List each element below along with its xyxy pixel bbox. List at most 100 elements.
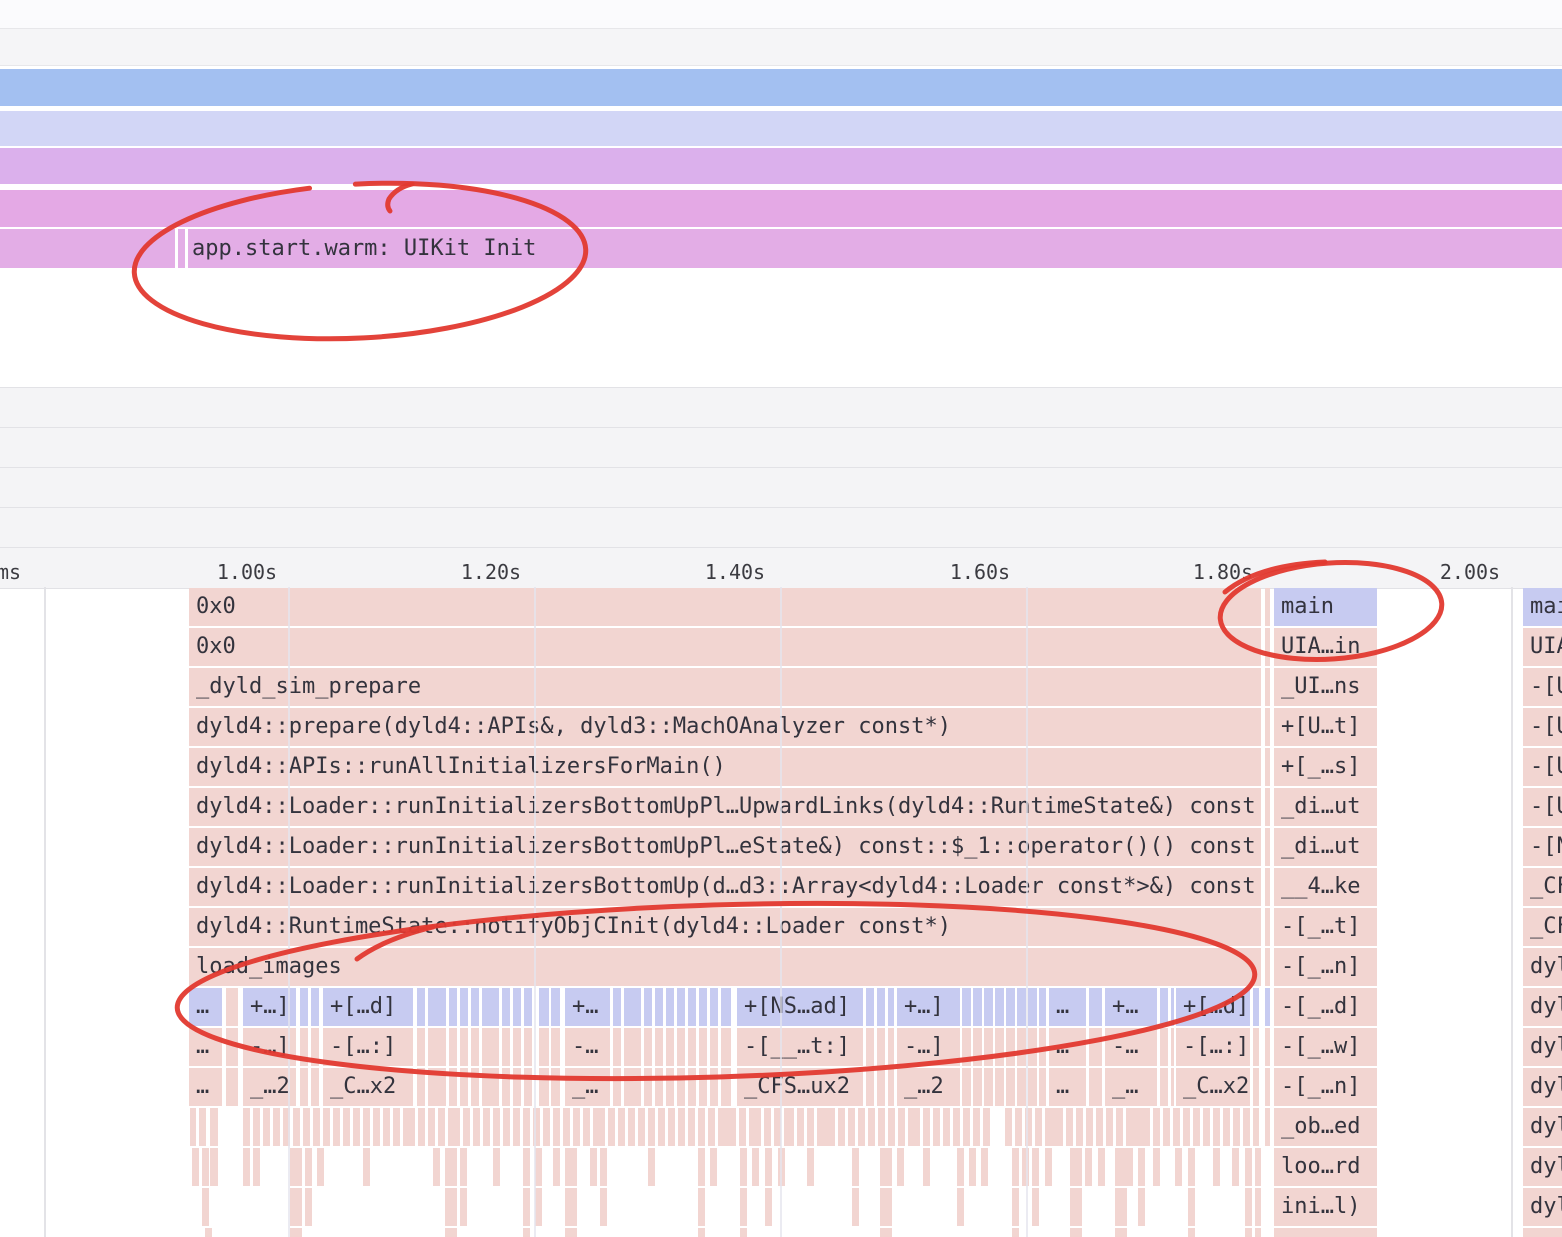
flame-frame-sub[interactable] [655,988,663,1026]
flame-frame-sub[interactable] [866,988,874,1026]
flame-frame-sub[interactable] [1160,1028,1168,1066]
flame-frame-deep[interactable] [565,1188,577,1226]
flame-frame-sub[interactable] [1160,1068,1168,1106]
flame-frame-deep[interactable] [868,1108,875,1146]
flame-frame-sub[interactable] [300,988,308,1026]
flame-frame-deep[interactable] [383,1108,390,1146]
flame-frame-deep[interactable] [305,1148,312,1186]
flame-frame-sub[interactable]: -…] [243,1028,296,1066]
flame-frame-sub[interactable] [524,1028,532,1066]
flame-frame-sub[interactable] [666,1028,674,1066]
flame-frame-sub[interactable]: -[__…t:] [737,1028,863,1066]
flame-frame-sub[interactable] [539,1068,549,1106]
flame-frame-sub[interactable] [524,988,532,1026]
flame-frame-deep[interactable] [448,1108,460,1146]
flame-frame-deep[interactable] [923,1148,930,1186]
flame-frame-deep[interactable] [243,1148,250,1186]
flame-frame-deep[interactable] [698,1148,705,1186]
flame-frame-sub[interactable] [1160,988,1168,1026]
flame-frame-edge-column[interactable]: _CF [1523,908,1562,946]
flame-frame-deep[interactable] [957,1188,964,1226]
flame-frame-sub[interactable] [666,988,674,1026]
flame-frame-sliver[interactable] [1265,1108,1270,1146]
flame-frame-sub[interactable] [1253,1068,1259,1106]
flame-frame-sub[interactable] [888,1028,894,1066]
flame-frame-deep[interactable] [202,1188,209,1226]
flame-frame-deep[interactable] [668,1108,675,1146]
flame-frame-main-column[interactable]: _ob…ed [1274,1108,1377,1146]
flame-frame-stack[interactable]: load_images [189,948,1261,986]
flame-frame-sub[interactable] [973,1068,982,1106]
flame-frame-sub[interactable] [984,1068,993,1106]
flame-frame-deep[interactable] [543,1108,550,1146]
flame-frame-sub[interactable] [551,1068,560,1106]
flame-frame-deep[interactable] [523,1108,530,1146]
flame-frame-deep[interactable] [403,1108,415,1146]
flame-frame-sub[interactable] [482,1068,499,1106]
flame-frame-sliver[interactable] [1265,908,1270,946]
flame-frame-sliver[interactable] [1265,588,1270,626]
flame-frame-deep[interactable] [628,1108,635,1146]
flame-frame-deep[interactable] [553,1148,560,1186]
flame-frame-deep[interactable] [1115,1228,1127,1237]
flame-frame-deep[interactable] [1233,1108,1240,1146]
flame-frame-deep[interactable] [1085,1148,1092,1186]
flame-frame-deep[interactable] [797,1108,804,1146]
flame-frame-sub[interactable] [877,1068,885,1106]
flame-frame-sub[interactable]: … [189,988,222,1026]
flame-frame-deep[interactable] [1213,1108,1220,1146]
track-span-magenta[interactable] [0,190,1562,227]
flame-frame-sub[interactable] [428,988,446,1026]
flame-frame-sub[interactable] [613,1068,621,1106]
flame-frame-sub[interactable]: -[…:] [1176,1028,1250,1066]
flame-frame-sub[interactable] [1039,1028,1046,1066]
flame-frame-deep[interactable] [1115,1188,1127,1226]
flame-frame-main-column[interactable]: -[_…w] [1274,1028,1377,1066]
flame-frame-deep[interactable] [373,1108,380,1146]
flame-frame-sub[interactable] [1089,1068,1102,1106]
flame-frame-edge-column[interactable] [1523,1228,1562,1237]
flame-frame-sub[interactable] [449,1028,457,1066]
flame-frame-deep[interactable] [445,1148,457,1186]
flame-frame-edge-column[interactable]: dyl [1523,1108,1562,1146]
flame-frame-sub[interactable] [677,988,685,1026]
flame-frame-deep[interactable] [1115,1148,1133,1186]
flame-frame-deep[interactable] [1245,1228,1252,1237]
flame-frame-sub[interactable] [984,1028,993,1066]
flame-frame-sub[interactable] [539,1028,549,1066]
flame-frame-deep[interactable] [708,1108,715,1146]
flame-frame-sub[interactable] [710,1028,718,1066]
flame-frame-deep[interactable] [583,1108,590,1146]
flame-frame-deep[interactable] [438,1108,445,1146]
flame-frame-deep[interactable] [957,1148,964,1186]
flame-frame-sliver[interactable] [1265,868,1270,906]
flame-frame-sub[interactable]: … [1049,1068,1086,1106]
flame-frame-deep[interactable] [290,1228,302,1237]
flame-frame-deep[interactable] [1032,1188,1039,1226]
flame-frame-deep[interactable] [428,1108,435,1146]
flame-frame-deep[interactable] [210,1108,218,1146]
flame-frame-sub[interactable] [460,1028,468,1066]
flame-frame-deep[interactable] [1255,1188,1261,1226]
flame-frame-deep[interactable] [199,1108,206,1146]
flame-frame-edge-column[interactable]: -[U [1523,748,1562,786]
flame-frame-sliver[interactable] [1265,748,1270,786]
flame-frame-deep[interactable] [1126,1108,1150,1146]
flame-frame-sub[interactable]: _… [1105,1068,1157,1106]
flame-frame-sub[interactable] [699,988,707,1026]
flame-frame-deep[interactable] [363,1148,370,1186]
flame-frame-deep[interactable] [1138,1188,1145,1226]
flame-frame-main-column[interactable]: __4…ke [1274,868,1377,906]
flame-frame-edge-column[interactable]: dyl [1523,1068,1562,1106]
flame-frame-deep[interactable] [923,1108,930,1146]
flame-frame-deep[interactable] [263,1108,270,1146]
flame-frame-deep[interactable] [858,1108,865,1146]
flame-frame-deep[interactable] [981,1148,988,1186]
flame-frame-sub[interactable] [688,988,696,1026]
flame-frame-deep[interactable] [908,1108,920,1146]
flame-frame-deep[interactable] [648,1108,655,1146]
flame-frame-sub[interactable] [471,1028,479,1066]
flame-frame-edge-column[interactable]: mai [1523,588,1562,626]
flame-frame-deep[interactable] [1086,1108,1093,1146]
flame-frame-sub[interactable]: +…] [897,988,960,1026]
